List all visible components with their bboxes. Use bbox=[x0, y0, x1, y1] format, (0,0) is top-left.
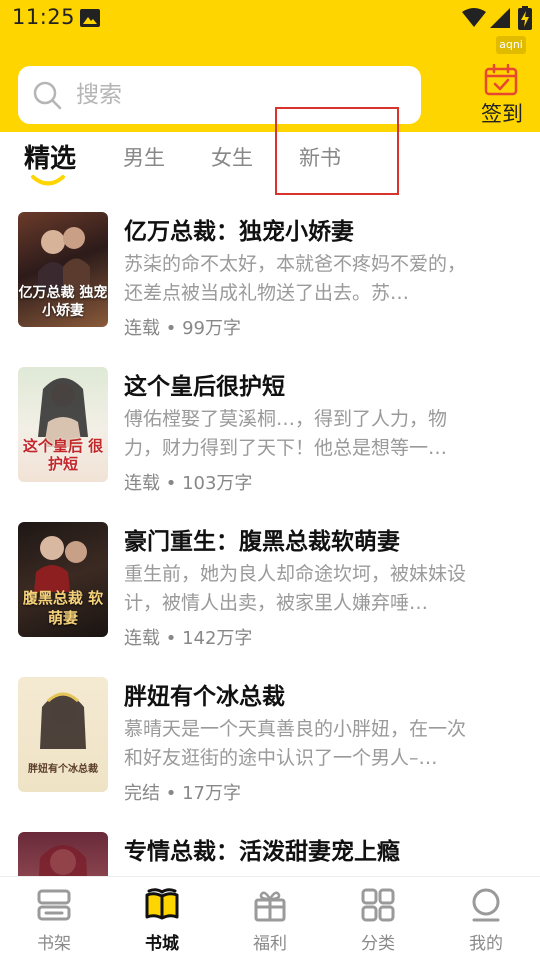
battery-charging-icon bbox=[518, 6, 532, 30]
book-meta: 连载 • 99万字 bbox=[124, 318, 241, 339]
nav-bookshelf[interactable]: 书架 bbox=[0, 877, 108, 960]
book-meta: 连载 • 103万字 bbox=[124, 473, 253, 494]
category-icon bbox=[361, 888, 395, 922]
book-description: 重生前，她为良人却命途坎坷，被妹妹设计，被情人出卖，被家里人嫌弃唾… bbox=[124, 563, 467, 614]
book-title: 专情总裁：活泼甜妻宠上瘾 bbox=[124, 839, 400, 865]
book-cover: 胖妞有个冰总裁 bbox=[18, 677, 108, 792]
book-status: 完结 bbox=[124, 783, 160, 804]
book-description: 慕晴天是一个天真善良的小胖妞，在一次和好友逛街的途中认识了一个男人–… bbox=[124, 718, 467, 769]
search-icon bbox=[33, 81, 62, 110]
nav-label: 我的 bbox=[469, 934, 503, 954]
book-description: 苏柒的命不太好，本就爸不疼妈不爱的，还差点被当成礼物送了出去。苏… bbox=[124, 253, 467, 304]
image-notification-icon bbox=[80, 9, 100, 27]
book-title: 胖妞有个冰总裁 bbox=[124, 684, 285, 710]
app-badge: aqni bbox=[496, 36, 526, 54]
signin-button[interactable]: 签到 bbox=[472, 62, 532, 128]
calendar-check-icon bbox=[484, 64, 518, 96]
book-cover: 亿万总裁 独宠小娇妻 bbox=[18, 212, 108, 327]
tab-featured[interactable]: 精选 bbox=[24, 138, 76, 175]
book-item[interactable]: 亿万总裁 独宠小娇妻 亿万总裁：独宠小娇妻 苏柒的命不太好，本就爸不疼妈不爱的，… bbox=[0, 212, 540, 367]
cover-title: 腹黑总裁 软萌妻 bbox=[22, 589, 104, 627]
cover-title: 这个皇后 很护短 bbox=[22, 437, 104, 473]
book-status: 连载 bbox=[124, 318, 160, 339]
nav-category[interactable]: 分类 bbox=[324, 877, 432, 960]
header: 11:25 aqni 搜索 签到 bbox=[0, 0, 540, 132]
book-title: 这个皇后很护短 bbox=[124, 374, 285, 400]
signin-label: 签到 bbox=[481, 102, 523, 126]
book-status: 连载 bbox=[124, 628, 160, 649]
bottom-navigation: 书架 书城 福利 分类 我的 bbox=[0, 876, 540, 960]
book-status: 连载 bbox=[124, 473, 160, 494]
nav-label: 分类 bbox=[361, 934, 395, 954]
book-cover: 腹黑总裁 软萌妻 bbox=[18, 522, 108, 637]
bookstore-icon bbox=[145, 888, 179, 920]
profile-icon bbox=[472, 888, 500, 922]
book-word-count: 103万字 bbox=[182, 473, 253, 494]
search-placeholder: 搜索 bbox=[76, 82, 122, 108]
nav-bookstore[interactable]: 书城 bbox=[108, 877, 216, 960]
nav-label: 福利 bbox=[253, 934, 287, 954]
cover-title: 亿万总裁 独宠小娇妻 bbox=[18, 285, 108, 319]
nav-welfare[interactable]: 福利 bbox=[216, 877, 324, 960]
book-item[interactable]: 腹黑总裁 软萌妻 豪门重生：腹黑总裁软萌妻 重生前，她为良人却命途坎坷，被妹妹设… bbox=[0, 522, 540, 677]
book-title: 亿万总裁：独宠小娇妻 bbox=[124, 219, 354, 245]
book-meta: 连载 • 142万字 bbox=[124, 628, 253, 649]
book-word-count: 99万字 bbox=[182, 318, 241, 339]
book-item[interactable]: 胖妞有个冰总裁 胖妞有个冰总裁 慕晴天是一个天真善良的小胖妞，在一次和好友逛街的… bbox=[0, 677, 540, 832]
gift-icon bbox=[254, 891, 286, 922]
nav-label: 书城 bbox=[145, 934, 179, 954]
highlight-annotation-box bbox=[275, 107, 399, 195]
status-bar: 11:25 aqni bbox=[0, 0, 540, 54]
category-tabs: 精选 男生 女生 新书 bbox=[0, 132, 540, 196]
tab-female[interactable]: 女生 bbox=[211, 142, 253, 172]
cover-title: 胖妞有个冰总裁 bbox=[28, 764, 98, 775]
book-word-count: 17万字 bbox=[182, 783, 241, 804]
book-cover: 这个皇后 很护短 bbox=[18, 367, 108, 482]
status-time: 11:25 bbox=[12, 5, 76, 29]
active-tab-indicator bbox=[31, 175, 65, 186]
book-meta: 完结 • 17万字 bbox=[124, 783, 241, 804]
book-title: 豪门重生：腹黑总裁软萌妻 bbox=[124, 529, 400, 555]
book-item[interactable]: 这个皇后 很护短 这个皇后很护短 傅佑樘娶了莫溪桐…，得到了人力，物力，财力得到… bbox=[0, 367, 540, 522]
book-word-count: 142万字 bbox=[182, 628, 253, 649]
nav-profile[interactable]: 我的 bbox=[432, 877, 540, 960]
tab-male[interactable]: 男生 bbox=[123, 142, 165, 172]
book-description: 傅佑樘娶了莫溪桐…，得到了人力，物力，财力得到了天下！他总是想等一… bbox=[124, 408, 448, 459]
wifi-icon bbox=[462, 8, 486, 27]
nav-label: 书架 bbox=[37, 934, 71, 954]
bookshelf-icon bbox=[37, 889, 71, 921]
signal-icon bbox=[490, 8, 510, 28]
